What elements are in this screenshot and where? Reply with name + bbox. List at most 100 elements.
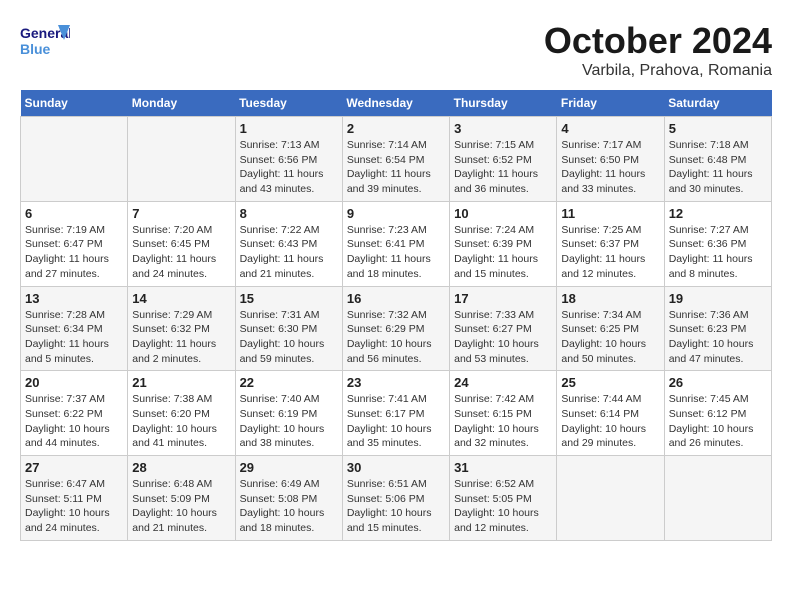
day-cell-16: 16 Sunrise: 7:32 AM Sunset: 6:29 PM Dayli… <box>342 286 449 371</box>
day-cell-1: 1Sunrise: 7:13 AM Sunset: 6:56 PM Daylig… <box>235 117 342 202</box>
week-row-4: 20Sunrise: 7:37 AM Sunset: 6:22 PM Dayli… <box>21 371 772 456</box>
day-content: Sunrise: 7:17 AM Sunset: 6:50 PM Dayligh… <box>561 138 659 197</box>
day-cell-7: 7 Sunrise: 7:20 AM Sunset: 6:45 PM Daylig… <box>128 201 235 286</box>
day-number: 30 <box>347 460 445 475</box>
empty-cell <box>664 456 771 541</box>
day-number: 14 <box>132 291 230 306</box>
day-number: 2 <box>347 121 445 136</box>
day-content: Sunrise: 7:15 AM Sunset: 6:52 PM Dayligh… <box>454 138 552 197</box>
day-content: Sunrise: 7:40 AM Sunset: 6:19 PM Dayligh… <box>240 392 338 451</box>
day-number: 26 <box>669 375 767 390</box>
day-cell-11: 11Sunrise: 7:25 AM Sunset: 6:37 PM Dayli… <box>557 201 664 286</box>
day-number: 4 <box>561 121 659 136</box>
day-number: 8 <box>240 206 338 221</box>
day-cell-8: 8 Sunrise: 7:22 AM Sunset: 6:43 PM Daylig… <box>235 201 342 286</box>
day-number: 28 <box>132 460 230 475</box>
day-content: Sunrise: 7:29 AM Sunset: 6:32 PM Dayligh… <box>132 308 230 367</box>
day-content: Sunrise: 6:47 AM Sunset: 5:11 PM Dayligh… <box>25 477 123 536</box>
day-cell-5: 5 Sunrise: 7:18 AM Sunset: 6:48 PM Daylig… <box>664 117 771 202</box>
day-content: Sunrise: 6:48 AM Sunset: 5:09 PM Dayligh… <box>132 477 230 536</box>
day-content: Sunrise: 6:49 AM Sunset: 5:08 PM Dayligh… <box>240 477 338 536</box>
week-row-2: 6 Sunrise: 7:19 AM Sunset: 6:47 PM Daylig… <box>21 201 772 286</box>
day-number: 3 <box>454 121 552 136</box>
empty-cell <box>21 117 128 202</box>
day-number: 5 <box>669 121 767 136</box>
weekday-header-row: SundayMondayTuesdayWednesdayThursdayFrid… <box>21 90 772 117</box>
day-number: 29 <box>240 460 338 475</box>
day-content: Sunrise: 7:32 AM Sunset: 6:29 PM Dayligh… <box>347 308 445 367</box>
day-content: Sunrise: 7:22 AM Sunset: 6:43 PM Dayligh… <box>240 223 338 282</box>
day-number: 6 <box>25 206 123 221</box>
day-content: Sunrise: 7:34 AM Sunset: 6:25 PM Dayligh… <box>561 308 659 367</box>
day-number: 20 <box>25 375 123 390</box>
day-number: 22 <box>240 375 338 390</box>
weekday-header-tuesday: Tuesday <box>235 90 342 117</box>
day-content: Sunrise: 7:33 AM Sunset: 6:27 PM Dayligh… <box>454 308 552 367</box>
day-content: Sunrise: 7:18 AM Sunset: 6:48 PM Dayligh… <box>669 138 767 197</box>
day-cell-18: 18 Sunrise: 7:34 AM Sunset: 6:25 PM Dayli… <box>557 286 664 371</box>
empty-cell <box>557 456 664 541</box>
day-cell-13: 13 Sunrise: 7:28 AM Sunset: 6:34 PM Dayli… <box>21 286 128 371</box>
day-content: Sunrise: 6:51 AM Sunset: 5:06 PM Dayligh… <box>347 477 445 536</box>
day-number: 9 <box>347 206 445 221</box>
day-number: 11 <box>561 206 659 221</box>
day-number: 12 <box>669 206 767 221</box>
day-number: 17 <box>454 291 552 306</box>
day-content: Sunrise: 7:14 AM Sunset: 6:54 PM Dayligh… <box>347 138 445 197</box>
day-cell-20: 20Sunrise: 7:37 AM Sunset: 6:22 PM Dayli… <box>21 371 128 456</box>
day-cell-6: 6 Sunrise: 7:19 AM Sunset: 6:47 PM Daylig… <box>21 201 128 286</box>
day-cell-2: 2 Sunrise: 7:14 AM Sunset: 6:54 PM Daylig… <box>342 117 449 202</box>
day-number: 1 <box>240 121 338 136</box>
title-area: October 2024 Varbila, Prahova, Romania <box>544 20 772 80</box>
day-number: 15 <box>240 291 338 306</box>
day-content: Sunrise: 7:31 AM Sunset: 6:30 PM Dayligh… <box>240 308 338 367</box>
weekday-header-wednesday: Wednesday <box>342 90 449 117</box>
day-cell-12: 12 Sunrise: 7:27 AM Sunset: 6:36 PM Dayli… <box>664 201 771 286</box>
weekday-header-saturday: Saturday <box>664 90 771 117</box>
day-cell-21: 21 Sunrise: 7:38 AM Sunset: 6:20 PM Dayli… <box>128 371 235 456</box>
day-content: Sunrise: 7:20 AM Sunset: 6:45 PM Dayligh… <box>132 223 230 282</box>
day-number: 19 <box>669 291 767 306</box>
month-title: October 2024 <box>544 20 772 62</box>
weekday-header-thursday: Thursday <box>450 90 557 117</box>
day-content: Sunrise: 6:52 AM Sunset: 5:05 PM Dayligh… <box>454 477 552 536</box>
week-row-5: 27 Sunrise: 6:47 AM Sunset: 5:11 PM Dayli… <box>21 456 772 541</box>
day-cell-14: 14 Sunrise: 7:29 AM Sunset: 6:32 PM Dayli… <box>128 286 235 371</box>
day-number: 18 <box>561 291 659 306</box>
day-content: Sunrise: 7:36 AM Sunset: 6:23 PM Dayligh… <box>669 308 767 367</box>
day-content: Sunrise: 7:44 AM Sunset: 6:14 PM Dayligh… <box>561 392 659 451</box>
day-number: 25 <box>561 375 659 390</box>
day-cell-29: 29 Sunrise: 6:49 AM Sunset: 5:08 PM Dayli… <box>235 456 342 541</box>
day-content: Sunrise: 7:41 AM Sunset: 6:17 PM Dayligh… <box>347 392 445 451</box>
day-cell-25: 25 Sunrise: 7:44 AM Sunset: 6:14 PM Dayli… <box>557 371 664 456</box>
weekday-header-sunday: Sunday <box>21 90 128 117</box>
day-content: Sunrise: 7:27 AM Sunset: 6:36 PM Dayligh… <box>669 223 767 282</box>
day-number: 23 <box>347 375 445 390</box>
week-row-3: 13 Sunrise: 7:28 AM Sunset: 6:34 PM Dayli… <box>21 286 772 371</box>
day-cell-24: 24Sunrise: 7:42 AM Sunset: 6:15 PM Dayli… <box>450 371 557 456</box>
day-content: Sunrise: 7:45 AM Sunset: 6:12 PM Dayligh… <box>669 392 767 451</box>
day-number: 21 <box>132 375 230 390</box>
day-content: Sunrise: 7:19 AM Sunset: 6:47 PM Dayligh… <box>25 223 123 282</box>
day-number: 13 <box>25 291 123 306</box>
day-content: Sunrise: 7:23 AM Sunset: 6:41 PM Dayligh… <box>347 223 445 282</box>
day-number: 10 <box>454 206 552 221</box>
day-number: 27 <box>25 460 123 475</box>
day-number: 24 <box>454 375 552 390</box>
day-cell-10: 10Sunrise: 7:24 AM Sunset: 6:39 PM Dayli… <box>450 201 557 286</box>
day-content: Sunrise: 7:38 AM Sunset: 6:20 PM Dayligh… <box>132 392 230 451</box>
day-cell-26: 26 Sunrise: 7:45 AM Sunset: 6:12 PM Dayli… <box>664 371 771 456</box>
day-cell-3: 3 Sunrise: 7:15 AM Sunset: 6:52 PM Daylig… <box>450 117 557 202</box>
day-number: 7 <box>132 206 230 221</box>
day-cell-15: 15 Sunrise: 7:31 AM Sunset: 6:30 PM Dayli… <box>235 286 342 371</box>
day-cell-22: 22 Sunrise: 7:40 AM Sunset: 6:19 PM Dayli… <box>235 371 342 456</box>
header: General Blue October 2024 Varbila, Praho… <box>20 20 772 80</box>
svg-text:Blue: Blue <box>20 41 51 57</box>
day-cell-19: 19 Sunrise: 7:36 AM Sunset: 6:23 PM Dayli… <box>664 286 771 371</box>
day-number: 16 <box>347 291 445 306</box>
day-number: 31 <box>454 460 552 475</box>
day-cell-9: 9 Sunrise: 7:23 AM Sunset: 6:41 PM Daylig… <box>342 201 449 286</box>
day-cell-31: 31 Sunrise: 6:52 AM Sunset: 5:05 PM Dayli… <box>450 456 557 541</box>
day-content: Sunrise: 7:28 AM Sunset: 6:34 PM Dayligh… <box>25 308 123 367</box>
subtitle: Varbila, Prahova, Romania <box>544 62 772 80</box>
